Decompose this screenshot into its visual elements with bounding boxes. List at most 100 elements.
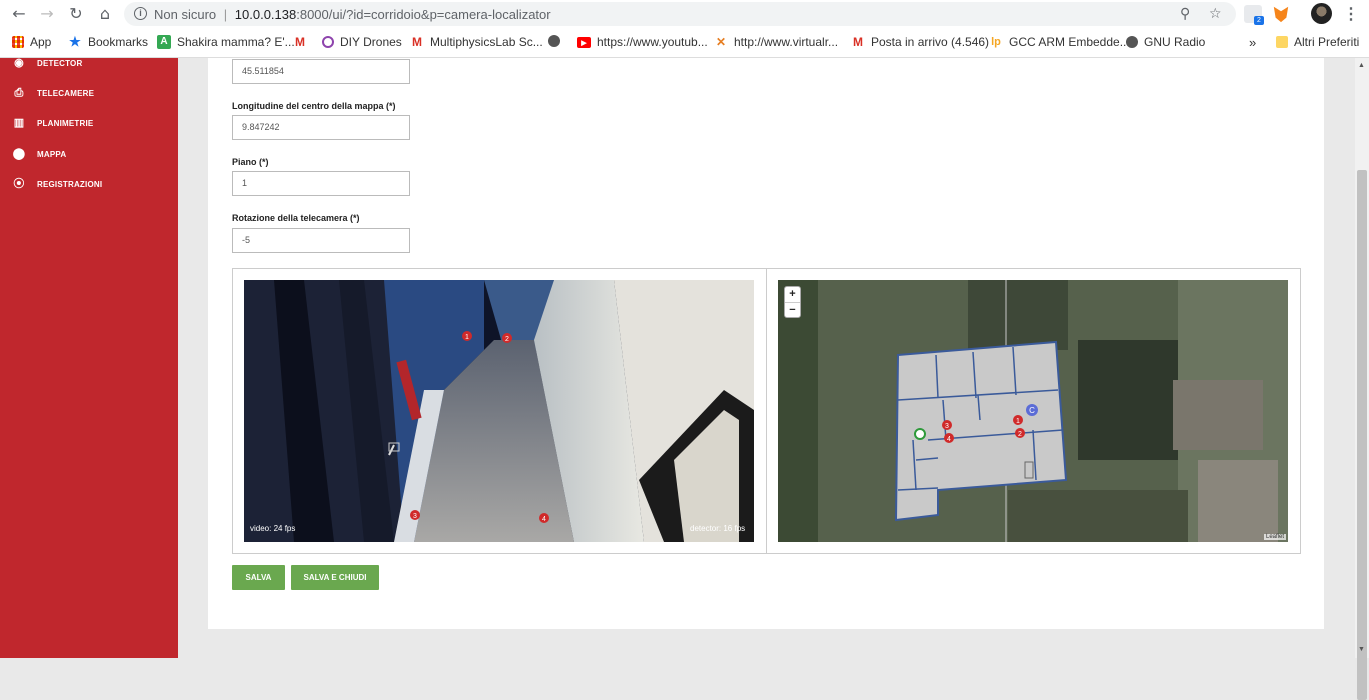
- bookmarks-more[interactable]: »: [1249, 35, 1256, 50]
- reload-button[interactable]: ↻: [66, 4, 86, 24]
- map-marker-label: C: [1029, 406, 1035, 415]
- satellite-map[interactable]: 3 4 1 2 C: [778, 280, 1288, 542]
- save-and-close-button[interactable]: SALVA E CHIUDI: [291, 565, 379, 590]
- longitude-label: Longitudine del centro della mappa (*): [232, 101, 396, 111]
- bookmark-virtualr[interactable]: ✕ http://www.virtualr...: [714, 35, 838, 49]
- bookmark-star-icon[interactable]: ☆: [1209, 6, 1222, 22]
- floor-input[interactable]: 1: [232, 171, 410, 196]
- info-icon[interactable]: i: [134, 7, 147, 20]
- zoom-search-icon[interactable]: ⚲: [1180, 6, 1190, 22]
- detector-fps-label: detector: 16 fps: [690, 524, 746, 533]
- map-zoom-control: + −: [784, 286, 801, 318]
- forward-button[interactable]: →: [37, 4, 57, 24]
- back-button[interactable]: ←: [9, 4, 29, 24]
- scroll-up-icon[interactable]: ▲: [1358, 62, 1365, 69]
- sidebar-item-label: MAPPA: [37, 149, 67, 159]
- sidebar-item-label: REGISTRAZIONI: [37, 179, 103, 189]
- corridor-frame: 1 2 3 4: [244, 280, 754, 542]
- gmail-icon: M: [412, 35, 422, 49]
- bookmark-diy-drones[interactable]: DIY Drones: [322, 35, 402, 49]
- sidebar-item-planimetrie[interactable]: ▥ PLANIMETRIE: [0, 112, 178, 134]
- bookmark-label: Altri Preferiti: [1294, 35, 1360, 49]
- video-marker-label: 2: [505, 336, 509, 343]
- star-icon: ★: [69, 34, 81, 49]
- bookmark-multiphysics[interactable]: M MultiphysicsLab Sc...: [410, 35, 543, 49]
- sidebar-item-label: TELECAMERE: [37, 88, 95, 98]
- scroll-thumb[interactable]: [1357, 170, 1367, 700]
- folder-icon: [1276, 36, 1288, 48]
- save-button[interactable]: SALVA: [232, 565, 285, 590]
- gmail-icon: M: [295, 35, 305, 49]
- map-marker-label: 4: [947, 436, 951, 443]
- url-separator: |: [223, 7, 228, 22]
- gmail-icon: M: [853, 35, 863, 49]
- bookmark-globe-1[interactable]: [548, 35, 566, 47]
- bookmark-label: DIY Drones: [340, 35, 402, 49]
- camera-icon: ⎙: [14, 87, 24, 99]
- browser-toolbar: ← → ↻ ⌂ i Non sicuro | 10.0.0.138:8000/u…: [0, 0, 1369, 28]
- bookmark-app[interactable]: App: [12, 35, 51, 49]
- bookmark-label: Bookmarks: [88, 35, 149, 49]
- bookmarks-bar: App ★ Bookmarks A Shakira mamma? E'... M…: [0, 28, 1369, 58]
- bookmark-bookmarks[interactable]: ★ Bookmarks: [68, 34, 149, 50]
- x-icon: ✕: [715, 35, 727, 49]
- longitude-input[interactable]: 9.847242: [232, 115, 410, 140]
- sidebar-item-label: PLANIMETRIE: [37, 118, 94, 128]
- address-bar[interactable]: i Non sicuro | 10.0.0.138:8000/ui/?id=co…: [124, 2, 1236, 26]
- map-green-marker: [914, 428, 926, 440]
- sidebar-item-detector[interactable]: ◉ DETECTOR: [0, 52, 178, 74]
- bookmark-shakira[interactable]: A Shakira mamma? E'...: [157, 35, 295, 49]
- bookmark-gmail-1[interactable]: M: [293, 35, 313, 49]
- leaflet-attribution[interactable]: Leaflet: [1264, 534, 1287, 540]
- sidebar-item-registrazioni[interactable]: ⦿ REGISTRAZIONI: [0, 173, 178, 195]
- map-marker-label: 3: [945, 423, 949, 430]
- record-icon: ⦿: [13, 178, 25, 190]
- latitude-input[interactable]: 45.511854: [232, 59, 410, 84]
- lp-icon: lp: [991, 36, 1001, 48]
- video-marker-label: 4: [542, 516, 546, 523]
- map-folded-icon: ▥: [13, 117, 25, 129]
- bookmark-label: GCC ARM Embedde...: [1009, 35, 1130, 49]
- home-button[interactable]: ⌂: [95, 4, 115, 24]
- bookmark-gnu-radio[interactable]: GNU Radio: [1126, 35, 1205, 49]
- profile-avatar[interactable]: [1311, 3, 1332, 24]
- browser-menu-icon[interactable]: ⋮: [1343, 4, 1359, 24]
- bookmark-other[interactable]: Altri Preferiti: [1276, 35, 1359, 49]
- drones-icon: [322, 36, 334, 48]
- floor-label: Piano (*): [232, 157, 269, 167]
- apps-grid-icon: [12, 36, 24, 48]
- metamask-fox-icon[interactable]: [1273, 6, 1289, 23]
- youtube-icon: ▶: [577, 36, 591, 48]
- sidebar-item-telecamere[interactable]: ⎙ TELECAMERE: [0, 82, 178, 104]
- a-icon: A: [157, 35, 171, 49]
- camera-video[interactable]: 1 2 3 4: [244, 280, 754, 542]
- zoom-in-button[interactable]: +: [785, 287, 800, 302]
- bookmark-label: App: [30, 35, 52, 49]
- bookmark-label: Posta in arrivo (4.546): [871, 35, 990, 49]
- video-marker-label: 1: [465, 334, 469, 341]
- sidebar-item-mappa[interactable]: ⬤ MAPPA: [0, 143, 178, 165]
- bookmark-gcc-arm[interactable]: lp GCC ARM Embedde...: [989, 35, 1130, 49]
- extension-badge: 2: [1254, 16, 1264, 25]
- viewer-divider: [766, 268, 767, 554]
- url-path: :8000/ui/?id=corridoio&p=camera-localiza…: [296, 7, 551, 22]
- url-text[interactable]: Non sicuro | 10.0.0.138:8000/ui/?id=corr…: [154, 7, 551, 22]
- bookmark-youtube[interactable]: ▶ https://www.youtub...: [577, 35, 708, 49]
- page-scrollbar[interactable]: ▲ ▼: [1355, 58, 1369, 700]
- zoom-out-button[interactable]: −: [785, 302, 800, 317]
- url-host: 10.0.0.138: [234, 7, 297, 22]
- video-fps-label: video: 24 fps: [250, 524, 296, 533]
- map-marker-label: 2: [1018, 431, 1022, 438]
- map-marker-label: 1: [1016, 418, 1020, 425]
- rotation-label: Rotazione della telecamera (*): [232, 213, 360, 223]
- scroll-down-icon[interactable]: ▼: [1358, 646, 1365, 653]
- globe-icon: [1126, 36, 1138, 48]
- floorplan-overlay: 3 4 1 2 C: [778, 280, 1288, 542]
- bookmark-label: Shakira mamma? E'...: [177, 35, 295, 49]
- eye-icon: ◉: [14, 57, 24, 69]
- bookmark-posta[interactable]: M Posta in arrivo (4.546): [851, 35, 989, 49]
- rotation-input[interactable]: -5: [232, 228, 410, 253]
- extension-icon[interactable]: 2: [1244, 5, 1264, 25]
- map-pin-icon: ⬤: [12, 148, 26, 160]
- security-label: Non sicuro: [154, 7, 217, 22]
